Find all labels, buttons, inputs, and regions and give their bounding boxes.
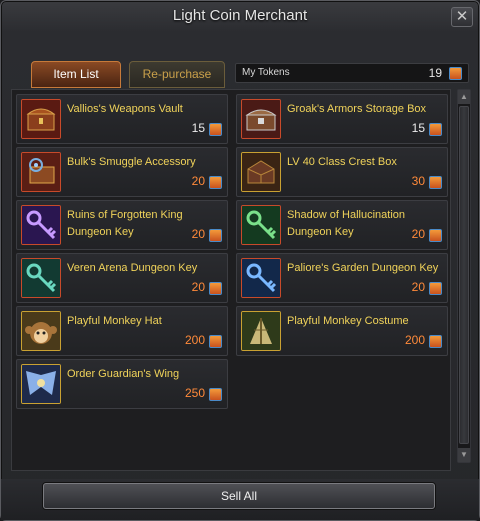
list-item[interactable]: Order Guardian's Wing 250 xyxy=(16,359,228,409)
token-coin-icon xyxy=(209,335,222,348)
my-tokens-value: 19 xyxy=(428,66,442,80)
item-price: 250 xyxy=(184,386,205,400)
token-coin-icon xyxy=(429,335,442,348)
item-price: 200 xyxy=(184,333,205,347)
list-item[interactable]: Ruins of Forgotten King Dungeon Key 20 xyxy=(16,200,228,250)
token-coin-icon xyxy=(429,229,442,242)
item-name: Playful Monkey Hat xyxy=(67,315,162,327)
token-coin-icon xyxy=(209,176,222,189)
window-title: Light Coin Merchant xyxy=(172,7,308,24)
item-name: LV 40 Class Crest Box xyxy=(287,156,397,168)
item-price: 20 xyxy=(411,280,425,294)
scroll-down-icon[interactable]: ▼ xyxy=(458,448,470,462)
monkey-hat-icon xyxy=(21,311,61,351)
list-item[interactable]: Paliore's Garden Dungeon Key 20 xyxy=(236,253,448,303)
close-button[interactable]: ✕ xyxy=(451,7,473,27)
list-item[interactable]: Playful Monkey Hat 200 xyxy=(16,306,228,356)
token-coin-icon xyxy=(429,282,442,295)
list-item[interactable]: Vallios's Weapons Vault 15 xyxy=(16,94,228,144)
list-item[interactable]: Veren Arena Dungeon Key 20 xyxy=(16,253,228,303)
list-item[interactable]: Groak's Armors Storage Box 15 xyxy=(236,94,448,144)
scroll-thumb[interactable] xyxy=(459,106,469,444)
token-coin-icon xyxy=(209,123,222,136)
item-price: 30 xyxy=(411,174,425,188)
item-name: Veren Arena Dungeon Key xyxy=(67,262,198,274)
item-price: 20 xyxy=(191,227,205,241)
crest-box-icon xyxy=(241,152,281,192)
token-coin-icon xyxy=(429,123,442,136)
item-price: 20 xyxy=(411,227,425,241)
item-list-scrollbar[interactable]: ▲ ▼ xyxy=(457,89,471,463)
item-list-panel: Vallios's Weapons Vault 15 Groak's Armor… xyxy=(11,89,451,471)
item-name: Bulk's Smuggle Accessory xyxy=(67,156,196,168)
my-tokens-label: My Tokens xyxy=(242,67,290,78)
accessory-chest-icon xyxy=(21,152,61,192)
item-price: 15 xyxy=(411,121,425,135)
my-tokens-display: My Tokens 19 xyxy=(235,63,469,83)
tab-item-list[interactable]: Item List xyxy=(31,61,121,88)
blue-key-icon xyxy=(241,258,281,298)
item-name: Order Guardian's Wing xyxy=(67,368,180,380)
token-coin-icon xyxy=(429,176,442,189)
item-name: Groak's Armors Storage Box xyxy=(287,103,427,115)
merchant-window: Light Coin Merchant ✕ Item List Re-purch… xyxy=(0,0,480,521)
item-price: 20 xyxy=(191,174,205,188)
list-item[interactable]: Bulk's Smuggle Accessory 20 xyxy=(16,147,228,197)
item-price: 20 xyxy=(191,280,205,294)
list-item[interactable]: Playful Monkey Costume 200 xyxy=(236,306,448,356)
teal-key-icon xyxy=(21,258,61,298)
token-coin-icon xyxy=(209,229,222,242)
item-name: Paliore's Garden Dungeon Key xyxy=(287,262,439,274)
armors-storage-chest-icon xyxy=(241,99,281,139)
weapons-vault-chest-icon xyxy=(21,99,61,139)
tab-re-purchase[interactable]: Re-purchase xyxy=(129,61,225,88)
list-item[interactable]: LV 40 Class Crest Box 30 xyxy=(236,147,448,197)
token-coin-icon xyxy=(209,388,222,401)
purple-key-icon xyxy=(21,205,61,245)
item-name: Vallios's Weapons Vault xyxy=(67,103,183,115)
item-price: 15 xyxy=(191,121,205,135)
scroll-up-icon[interactable]: ▲ xyxy=(458,90,470,104)
item-name: Playful Monkey Costume xyxy=(287,315,409,327)
monkey-costume-icon xyxy=(241,311,281,351)
list-item[interactable]: Shadow of Hallucination Dungeon Key 20 xyxy=(236,200,448,250)
sell-all-button[interactable]: Sell All xyxy=(43,483,435,509)
token-coin-icon xyxy=(449,67,462,80)
token-coin-icon xyxy=(209,282,222,295)
guardian-wing-icon xyxy=(21,364,61,404)
green-key-icon xyxy=(241,205,281,245)
item-price: 200 xyxy=(404,333,425,347)
